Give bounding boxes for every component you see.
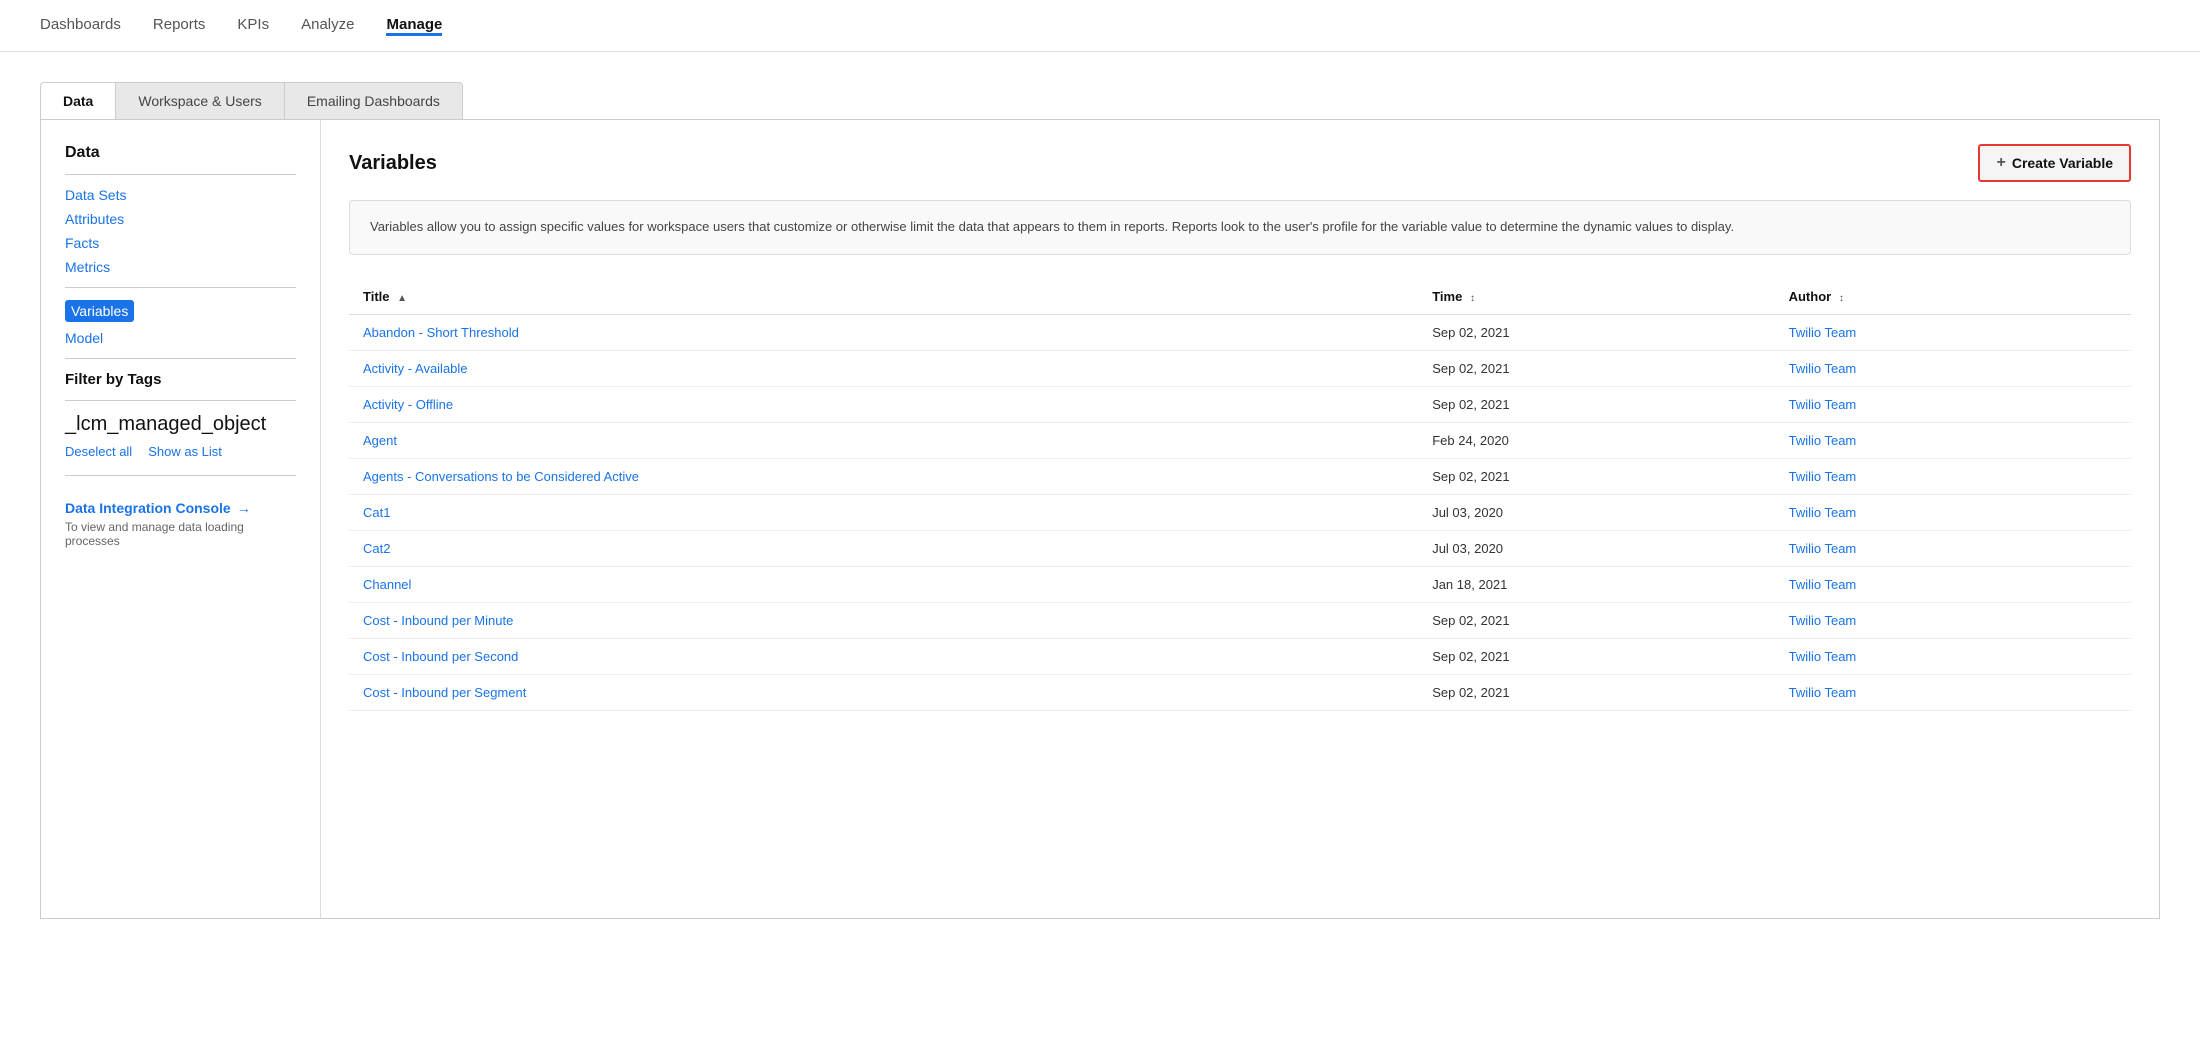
variable-title-link[interactable]: Abandon - Short Threshold: [363, 325, 519, 340]
variable-time: Sep 02, 2021: [1418, 638, 1774, 674]
variable-author-link[interactable]: Twilio Team: [1789, 433, 1857, 448]
table-row: Cat2 Jul 03, 2020 Twilio Team: [349, 530, 2131, 566]
tag-value: _lcm_managed_object: [65, 413, 296, 436]
variable-title-link[interactable]: Activity - Offline: [363, 397, 453, 412]
table-row: Cost - Inbound per Second Sep 02, 2021 Twi…: [349, 638, 2131, 674]
table-row: Agents - Conversations to be Considered …: [349, 458, 2131, 494]
variables-info-box: Variables allow you to assign specific v…: [349, 200, 2131, 255]
table-row: Agent Feb 24, 2020 Twilio Team: [349, 422, 2131, 458]
nav-item-reports[interactable]: Reports: [153, 16, 206, 35]
nav-item-analyze[interactable]: Analyze: [301, 16, 354, 35]
sidebar-link-facts[interactable]: Facts: [65, 235, 296, 251]
table-row: Abandon - Short Threshold Sep 02, 2021 Twi…: [349, 314, 2131, 350]
show-as-list-link[interactable]: Show as List: [148, 444, 222, 459]
sidebar-divider-5: [65, 475, 296, 476]
col-header-title[interactable]: Title ▲: [349, 279, 1418, 315]
table-row: Channel Jan 18, 2021 Twilio Team: [349, 566, 2131, 602]
variable-author-link[interactable]: Twilio Team: [1789, 505, 1857, 520]
author-sort-icon: ↕: [1839, 293, 1844, 304]
variables-section-title: Variables: [349, 152, 437, 175]
deselect-all-link[interactable]: Deselect all: [65, 444, 132, 459]
table-row: Cost - Inbound per Segment Sep 02, 2021 Tw…: [349, 674, 2131, 710]
tab-workspace-users[interactable]: Workspace & Users: [116, 83, 284, 119]
variable-time: Sep 02, 2021: [1418, 674, 1774, 710]
variable-author-link[interactable]: Twilio Team: [1789, 577, 1857, 592]
sidebar-link-model[interactable]: Model: [65, 330, 296, 346]
variable-title-link[interactable]: Cost - Inbound per Segment: [363, 685, 526, 700]
main-area: Variables + Create Variable Variables al…: [321, 120, 2159, 918]
variable-title-link[interactable]: Cost - Inbound per Second: [363, 649, 518, 664]
variable-time: Sep 02, 2021: [1418, 458, 1774, 494]
variable-author-link[interactable]: Twilio Team: [1789, 541, 1857, 556]
table-row: Activity - Available Sep 02, 2021 Twilio T…: [349, 350, 2131, 386]
variable-time: Jul 03, 2020: [1418, 530, 1774, 566]
variables-table-body: Abandon - Short Threshold Sep 02, 2021 Twi…: [349, 314, 2131, 710]
sidebar-link-variables[interactable]: Variables: [65, 300, 134, 322]
variable-author-link[interactable]: Twilio Team: [1789, 397, 1857, 412]
info-box-text: Variables allow you to assign specific v…: [370, 219, 1734, 234]
sidebar-divider-4: [65, 400, 296, 401]
title-sort-icon: ▲: [397, 293, 407, 304]
variable-time: Sep 02, 2021: [1418, 350, 1774, 386]
variable-time: Sep 02, 2021: [1418, 314, 1774, 350]
variable-time: Jan 18, 2021: [1418, 566, 1774, 602]
data-integration-description: To view and manage data loading processe…: [65, 520, 296, 548]
col-header-time[interactable]: Time ↕: [1418, 279, 1774, 315]
sidebar-divider-1: [65, 174, 296, 175]
variable-time: Sep 02, 2021: [1418, 602, 1774, 638]
plus-icon: +: [1996, 154, 2005, 172]
data-integration-label: Data Integration Console: [65, 500, 231, 516]
data-integration-link[interactable]: Data Integration Console →: [65, 500, 296, 516]
nav-item-manage[interactable]: Manage: [386, 16, 442, 36]
table-header: Title ▲ Time ↕ Author ↕: [349, 279, 2131, 315]
tab-emailing-dashboards[interactable]: Emailing Dashboards: [285, 83, 462, 119]
data-links-container: Data Sets Attributes Facts Metrics: [65, 187, 296, 275]
variable-author-link[interactable]: Twilio Team: [1789, 325, 1857, 340]
variable-time: Sep 02, 2021: [1418, 386, 1774, 422]
variable-time: Feb 24, 2020: [1418, 422, 1774, 458]
variable-title-link[interactable]: Cat1: [363, 505, 390, 520]
table-row: Activity - Offline Sep 02, 2021 Twilio Tea…: [349, 386, 2131, 422]
nav-item-dashboards[interactable]: Dashboards: [40, 16, 121, 35]
variable-title-link[interactable]: Cat2: [363, 541, 390, 556]
top-navigation: Dashboards Reports KPIs Analyze Manage: [0, 0, 2200, 52]
create-variable-label: Create Variable: [2012, 155, 2113, 171]
tag-action-links: Deselect all Show as List: [65, 444, 296, 459]
table-header-row: Title ▲ Time ↕ Author ↕: [349, 279, 2131, 315]
variable-author-link[interactable]: Twilio Team: [1789, 469, 1857, 484]
nav-item-kpis[interactable]: KPIs: [237, 16, 269, 35]
variable-title-link[interactable]: Channel: [363, 577, 411, 592]
variable-title-link[interactable]: Agents - Conversations to be Considered …: [363, 469, 639, 484]
variables-table: Title ▲ Time ↕ Author ↕ Aban: [349, 279, 2131, 711]
variable-author-link[interactable]: Twilio Team: [1789, 613, 1857, 628]
table-row: Cost - Inbound per Minute Sep 02, 2021 Twi…: [349, 602, 2131, 638]
data-integration-section: Data Integration Console → To view and m…: [65, 500, 296, 548]
variable-title-link[interactable]: Cost - Inbound per Minute: [363, 613, 513, 628]
variable-author-link[interactable]: Twilio Team: [1789, 361, 1857, 376]
variable-title-link[interactable]: Activity - Available: [363, 361, 468, 376]
create-variable-button[interactable]: + Create Variable: [1978, 144, 2131, 182]
sidebar-link-attributes[interactable]: Attributes: [65, 211, 296, 227]
variable-author-link[interactable]: Twilio Team: [1789, 685, 1857, 700]
arrow-icon: →: [237, 500, 251, 516]
content-panel: Data Data Sets Attributes Facts Metrics Var…: [40, 119, 2160, 919]
sidebar: Data Data Sets Attributes Facts Metrics Var…: [41, 120, 321, 918]
col-header-author[interactable]: Author ↕: [1775, 279, 2131, 315]
main-container: DataWorkspace & UsersEmailing Dashboards…: [0, 52, 2200, 949]
tab-bar: DataWorkspace & UsersEmailing Dashboards: [40, 82, 463, 119]
variables-links-container: Variables Model: [65, 300, 296, 346]
data-section-title: Data: [65, 144, 296, 162]
tab-data[interactable]: Data: [41, 83, 116, 119]
time-sort-icon: ↕: [1470, 293, 1475, 304]
variable-title-link[interactable]: Agent: [363, 433, 397, 448]
sidebar-divider-2: [65, 287, 296, 288]
variable-time: Jul 03, 2020: [1418, 494, 1774, 530]
main-header: Variables + Create Variable: [349, 144, 2131, 182]
variable-author-link[interactable]: Twilio Team: [1789, 649, 1857, 664]
table-row: Cat1 Jul 03, 2020 Twilio Team: [349, 494, 2131, 530]
sidebar-link-metrics[interactable]: Metrics: [65, 259, 296, 275]
sidebar-link-data-sets[interactable]: Data Sets: [65, 187, 296, 203]
filter-by-tags-title: Filter by Tags: [65, 371, 296, 388]
sidebar-divider-3: [65, 358, 296, 359]
